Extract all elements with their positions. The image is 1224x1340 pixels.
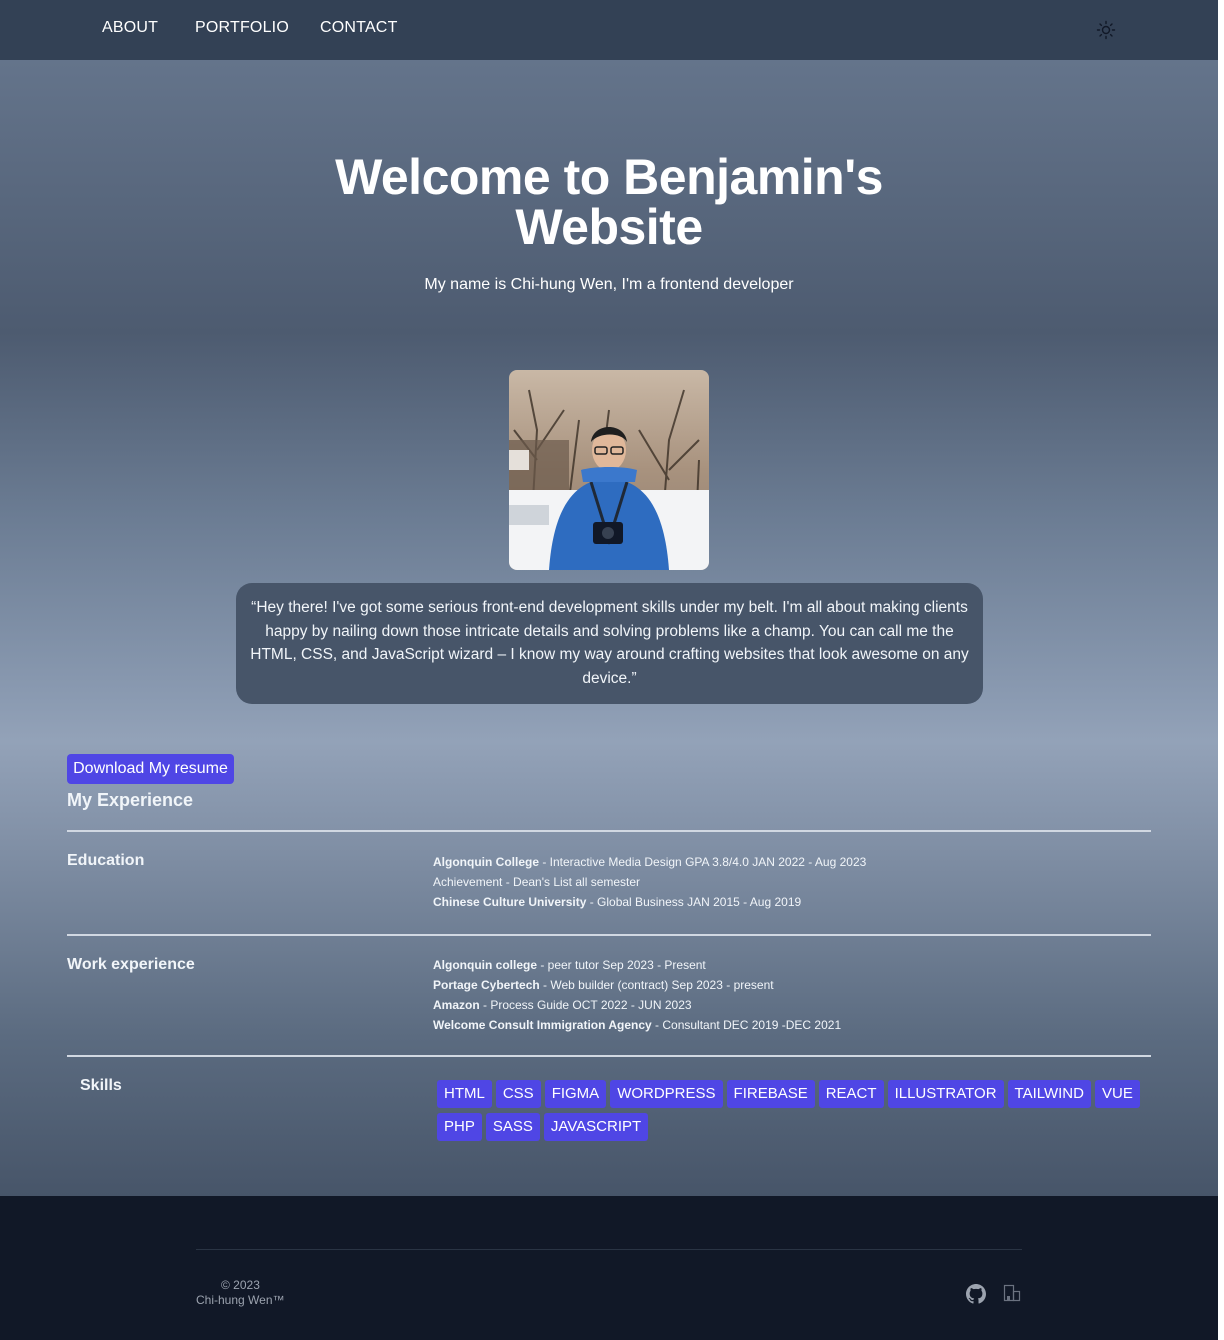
list-item: Algonquin College - Interactive Media De… (433, 852, 866, 872)
work-org: Amazon (433, 998, 480, 1012)
experience-heading: My Experience (67, 790, 194, 810)
nav-about-link[interactable]: ABOUT (102, 19, 158, 37)
skill-chip: FIREBASE (726, 1080, 815, 1108)
divider (67, 1055, 1151, 1057)
footer-copyright: © 2023 Chi-hung Wen™ (196, 1278, 285, 1308)
copyright-year: © 2023 (221, 1278, 260, 1292)
work-detail: - Web builder (contract) Sep 2023 - pres… (539, 978, 774, 992)
skill-chip: TAILWIND (1007, 1080, 1091, 1108)
sun-icon[interactable] (1096, 20, 1116, 40)
list-item: Portage Cybertech - Web builder (contrac… (433, 975, 841, 995)
list-item: Welcome Consult Immigration Agency - Con… (433, 1015, 841, 1035)
list-item: Algonquin college - peer tutor Sep 2023 … (433, 955, 841, 975)
copyright-name: Chi-hung Wen™ (196, 1293, 285, 1307)
list-item: Achievement - Dean's List all semester (433, 872, 866, 892)
divider (67, 830, 1151, 832)
work-experience-label: Work experience (67, 956, 195, 973)
hero-subtitle: My name is Chi-hung Wen, I'm a frontend … (424, 276, 794, 293)
linkedin-icon[interactable] (1003, 1284, 1021, 1302)
top-nav: ABOUT PORTFOLIO CONTACT (0, 0, 1218, 60)
intro-quote: “Hey there! I've got some serious front-… (236, 583, 983, 704)
hero-title: Welcome to Benjamin's Website (0, 152, 1218, 252)
skill-chip: ILLUSTRATOR (887, 1080, 1004, 1108)
skill-chip: REACT (818, 1080, 884, 1108)
scrollbar[interactable] (1218, 0, 1224, 1340)
education-list: Algonquin College - Interactive Media De… (433, 852, 866, 912)
nav-portfolio-link[interactable]: PORTFOLIO (195, 19, 289, 37)
skill-chip: VUE (1094, 1080, 1140, 1108)
work-detail: - peer tutor Sep 2023 - Present (537, 958, 706, 972)
divider (67, 934, 1151, 936)
hero-title-line1: Welcome to Benjamin's (335, 149, 883, 205)
work-list: Algonquin college - peer tutor Sep 2023 … (433, 955, 841, 1035)
education-label: Education (67, 852, 145, 869)
list-item: Amazon - Process Guide OCT 2022 - JUN 20… (433, 995, 841, 1015)
education-org: Chinese Culture University (433, 895, 587, 909)
skill-chip: WORDPRESS (610, 1080, 723, 1108)
github-icon[interactable] (966, 1284, 986, 1304)
profile-photo (509, 370, 709, 570)
page: ABOUT PORTFOLIO CONTACT Welcome to Benja… (0, 0, 1218, 1340)
skill-chip: PHP (437, 1113, 482, 1141)
work-org: Portage Cybertech (433, 978, 540, 992)
main-section: Welcome to Benjamin's Website My name is… (0, 60, 1218, 1196)
skill-chip: JAVASCRIPT (543, 1113, 649, 1141)
education-detail: - Global Business JAN 2015 - Aug 2019 (586, 895, 802, 909)
skills-label: Skills (80, 1077, 122, 1094)
skill-chip: CSS (495, 1080, 541, 1108)
nav-contact-link[interactable]: CONTACT (320, 19, 398, 37)
download-resume-button[interactable]: Download My resume (67, 754, 234, 784)
skill-chip: HTML (437, 1080, 492, 1108)
skill-chip: FIGMA (544, 1080, 607, 1108)
work-detail: - Process Guide OCT 2022 - JUN 2023 (479, 998, 692, 1012)
skill-chip: SASS (485, 1113, 540, 1141)
work-org: Algonquin college (433, 958, 537, 972)
hero-title-line2: Website (515, 199, 703, 255)
list-item: Chinese Culture University - Global Busi… (433, 892, 866, 912)
education-org: Algonquin College (433, 855, 539, 869)
education-detail: Achievement - Dean's List all semester (433, 875, 641, 889)
education-detail: - Interactive Media Design GPA 3.8/4.0 J… (539, 855, 867, 869)
work-org: Welcome Consult Immigration Agency (433, 1018, 652, 1032)
work-detail: - Consultant DEC 2019 -DEC 2021 (651, 1018, 842, 1032)
footer-divider (196, 1249, 1022, 1250)
skills-list: HTML CSS FIGMA WORDPRESS FIREBASE REACT ILLUST… (437, 1080, 1157, 1146)
